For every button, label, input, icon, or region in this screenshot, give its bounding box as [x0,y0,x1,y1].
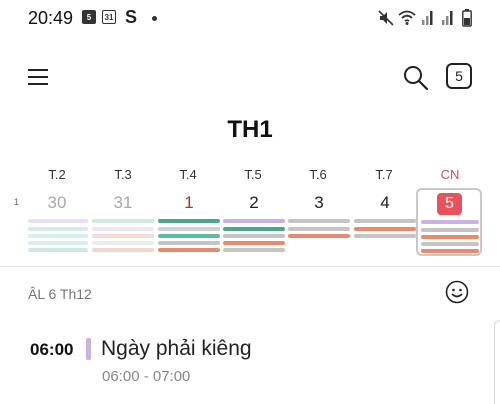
dow-tue: T.3 [114,167,132,182]
search-icon[interactable] [402,64,430,92]
event-bar [223,241,285,245]
event-title: Ngày phải kiêng [101,337,252,360]
event-bar [92,227,154,231]
calendar-notification-icon: 5 [82,9,96,25]
today-button[interactable]: 5 [446,63,472,89]
event-bar [158,241,220,245]
day-cell-tue[interactable]: 31 [90,186,156,256]
day-cell-fri[interactable]: 3 [286,186,352,256]
dow-wed: T.4 [179,167,197,182]
dow-sat: T.7 [375,167,393,182]
event-bar [421,242,479,246]
event-time-range: 06:00 - 07:00 [102,368,191,385]
status-time: 20:49 [28,8,74,28]
event-bar [421,228,479,232]
day-number: 3 [314,193,324,212]
selected-day-number: 5 [437,193,462,215]
event-bar [288,234,350,238]
month-title[interactable]: TH1 [0,116,500,144]
event-bar [223,248,285,252]
event-bar [223,234,285,238]
divider [0,266,500,267]
wifi-icon [398,10,416,25]
event-bar [223,227,285,231]
event-bar [28,241,88,245]
event-bar [92,234,154,238]
mute-icon [378,10,394,26]
event-bar [158,234,220,238]
event-bar [92,219,154,223]
dow-thu: T.5 [244,167,262,182]
event-bar [28,227,88,231]
calendar-notification-icon-2: 31 [102,9,116,25]
dow-fri: T.6 [309,167,327,182]
event-bar [288,219,350,223]
event-bar [421,220,479,224]
dow-sun: CN [440,167,460,182]
event-bar [421,249,479,253]
event-bar [421,235,479,239]
lunar-date: ÂL 6 Th12 [28,286,92,302]
day-number: 1 [184,193,194,212]
event-bar [28,219,88,223]
more-notifications-dot-icon [152,16,157,21]
event-start-time: 06:00 [30,340,74,359]
day-number: 4 [380,193,390,212]
day-cell-thu[interactable]: 2 [221,186,287,256]
dow-mon: T.2 [48,167,66,182]
scroll-edge [494,320,500,404]
signal-icon-2 [442,11,453,25]
event-bar [92,248,154,252]
week-number: 1 [14,197,20,207]
day-cell-wed[interactable]: 1 [156,186,222,256]
event-bar [288,227,350,231]
event-bar [158,248,220,252]
event-bar [354,234,416,238]
event-bar [354,219,416,223]
menu-button[interactable] [28,68,50,86]
smiley-icon[interactable] [445,280,469,304]
event-bar [158,219,220,223]
event-bar [28,234,88,238]
event-bar [354,227,416,231]
s-notification-icon: S [125,7,138,27]
battery-icon [462,9,472,27]
event-bar [158,227,220,231]
day-cell-sat[interactable]: 4 [352,186,418,256]
status-bar: 20:49 5 31 S [0,0,500,36]
event-bar [28,248,88,252]
event-bar [223,219,285,223]
event-bar [92,241,154,245]
signal-icon [422,11,433,25]
day-number: 31 [113,193,133,212]
event-color-bar [86,338,91,360]
day-number: 2 [249,193,259,212]
day-cell-mon[interactable]: 30 [24,186,90,256]
day-number: 30 [47,193,67,212]
